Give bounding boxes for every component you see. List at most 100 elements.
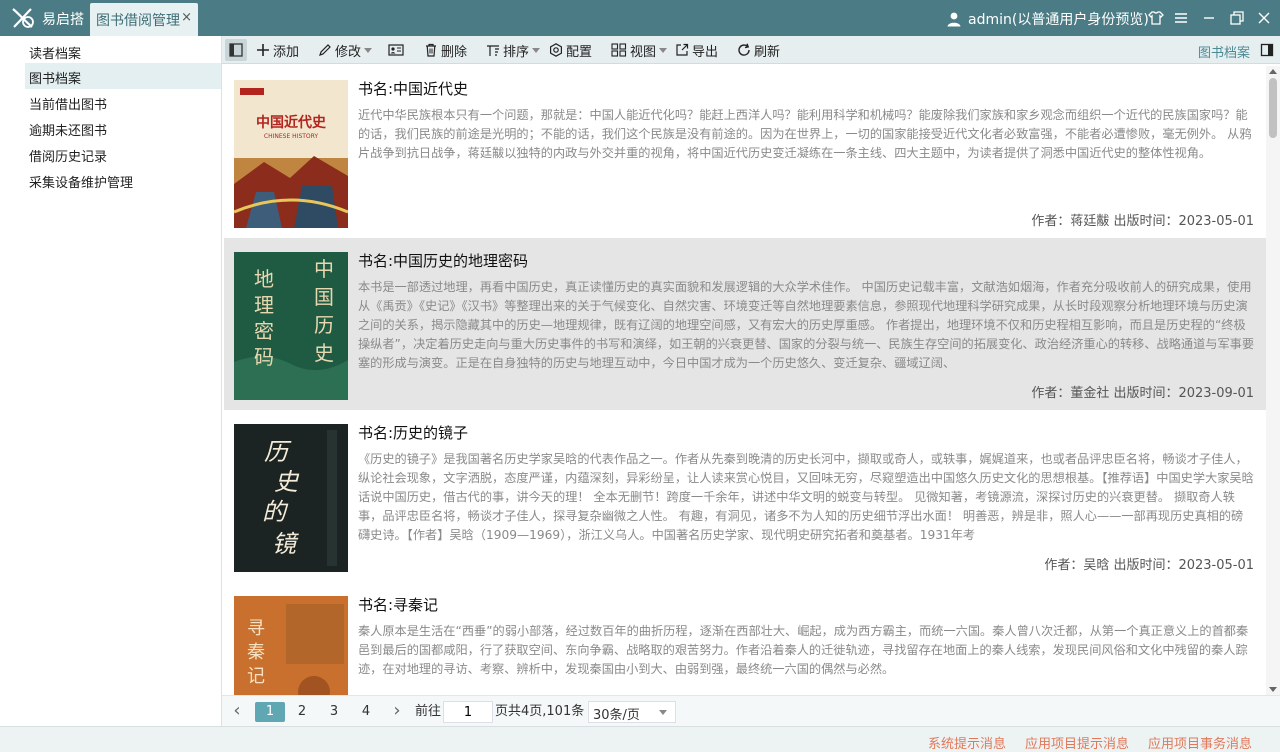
cover-char: 镜 xyxy=(272,530,299,558)
config-button[interactable]: 配置 xyxy=(549,40,592,60)
cover-char: 密 xyxy=(254,319,274,343)
book-records-link[interactable]: 图书档案 xyxy=(1198,42,1250,61)
next-page-button[interactable]: › xyxy=(390,702,404,722)
sidebar-item-reader-records[interactable]: 读者档案 xyxy=(25,38,221,64)
sort-button[interactable]: 排序 xyxy=(486,40,541,60)
export-label: 导出 xyxy=(692,44,719,60)
cover-char: 中 xyxy=(314,257,334,281)
tab-label: 图书借阅管理 xyxy=(96,13,180,29)
chevron-down-icon xyxy=(364,47,373,53)
scrollbar-thumb[interactable] xyxy=(1269,78,1277,138)
card-button[interactable] xyxy=(388,40,407,60)
trash-icon xyxy=(426,43,436,57)
add-button[interactable]: 添加 xyxy=(256,40,299,60)
goto-label: 前往 xyxy=(415,704,442,719)
sort-label: 排序 xyxy=(503,44,530,60)
cover-char: 国 xyxy=(314,285,334,309)
book-cover-image: 中国近代史 CHINESE HISTORY xyxy=(234,80,348,228)
refresh-icon xyxy=(738,43,750,56)
sidebar-item-borrow-history[interactable]: 借阅历史记录 xyxy=(25,141,221,167)
gear-icon xyxy=(550,43,562,57)
export-button[interactable]: 导出 xyxy=(675,40,718,60)
chevron-down-icon xyxy=(659,47,668,53)
cover-char: 史 xyxy=(314,341,334,365)
book-title: 书名:中国历史的地理密码 xyxy=(358,252,529,270)
scroll-up-icon[interactable] xyxy=(1269,69,1277,74)
chevron-down-icon xyxy=(532,47,541,53)
book-card[interactable]: 寻 秦 记 书名:寻秦记 秦人原本是生活在“西垂”的弱小部落，经过数百年的曲折历… xyxy=(224,582,1266,695)
minimize-icon[interactable] xyxy=(1200,9,1218,27)
page-summary: 页共4页,101条 xyxy=(495,704,585,719)
page-2-button[interactable]: 2 xyxy=(292,702,312,722)
export-icon xyxy=(676,43,689,56)
app-message-link[interactable]: 应用项目提示消息 xyxy=(1025,733,1129,752)
book-card[interactable]: 中国近代史 CHINESE HISTORY 书名:中国近代史 近代中华民族根本只… xyxy=(224,66,1266,238)
page-1-button[interactable]: 1 xyxy=(255,702,285,722)
prev-page-button[interactable]: ‹ xyxy=(230,702,244,722)
cover-char: 史 xyxy=(274,468,300,496)
sidebar-item-device-maintenance[interactable]: 采集设备维护管理 xyxy=(25,167,221,193)
cover-char: 地 xyxy=(254,267,274,291)
app-task-link[interactable]: 应用项目事务消息 xyxy=(1148,733,1252,752)
tab-book-borrow-management[interactable]: 图书借阅管理 × xyxy=(90,3,198,36)
book-list: 中国近代史 CHINESE HISTORY 书名:中国近代史 近代中华民族根本只… xyxy=(224,66,1266,695)
sidebar-toggle-icon xyxy=(229,43,243,57)
status-bar: 系统提示消息 应用项目提示消息 应用项目事务消息 xyxy=(0,726,1280,752)
logo-icon xyxy=(12,8,34,28)
book-title: 书名:中国近代史 xyxy=(358,80,469,98)
book-description: 秦人原本是生活在“西垂”的弱小部落，经过数百年的曲折历程，逐渐在西部壮大、崛起，… xyxy=(358,624,1249,676)
id-card-icon xyxy=(388,44,404,56)
user-label: admin(以普通用户身份预览) xyxy=(968,12,1149,28)
cover-char: 的 xyxy=(262,498,289,526)
goto-page-input[interactable] xyxy=(443,701,493,723)
pencil-icon xyxy=(319,44,331,56)
page-size-select[interactable]: 30条/页 xyxy=(588,701,676,723)
pagination: ‹ 1 2 3 4 › 前往 页共4页,101条 30条/页 xyxy=(222,695,1280,726)
sort-icon xyxy=(487,45,499,56)
close-icon[interactable]: × xyxy=(181,10,192,25)
add-label: 添加 xyxy=(273,44,300,60)
menu-icon[interactable] xyxy=(1172,9,1190,27)
cover-char: 历 xyxy=(264,438,292,466)
sidebar-item-current-borrowed[interactable]: 当前借出图书 xyxy=(25,89,221,115)
user-menu[interactable]: admin(以普通用户身份预览) xyxy=(946,9,1149,29)
cover-char: 历 xyxy=(314,313,334,337)
book-card[interactable]: 历 史 的 镜 书名:历史的镜子 《历史的镜子》是我国著名历史学家吴晗的代表作品… xyxy=(224,410,1266,582)
book-card[interactable]: 地 理 密 码 中 国 历 史 书名:中国历史的地理密码 本书是一部透过地理，再… xyxy=(224,238,1266,410)
vertical-scrollbar[interactable] xyxy=(1266,66,1280,695)
restore-icon[interactable] xyxy=(1228,9,1246,27)
book-meta: 作者：吴晗 出版时间：2023-05-01 xyxy=(1044,558,1254,573)
sidebar: 读者档案 图书档案 当前借出图书 逾期未还图书 借阅历史记录 采集设备维护管理 xyxy=(0,36,222,726)
refresh-button[interactable]: 刷新 xyxy=(737,40,780,60)
book-cover-image: 历 史 的 镜 xyxy=(234,424,348,572)
delete-button[interactable]: 删除 xyxy=(424,40,467,60)
delete-label: 删除 xyxy=(441,44,468,60)
cover-subtitle: CHINESE HISTORY xyxy=(264,133,319,140)
scroll-down-icon[interactable] xyxy=(1269,687,1277,692)
book-description: 《历史的镜子》是我国著名历史学家吴晗的代表作品之一。作者从先秦到晚清的历史长河中… xyxy=(358,452,1254,542)
sidebar-toggle-button[interactable] xyxy=(225,39,247,61)
view-label: 视图 xyxy=(630,44,657,60)
cover-char: 寻 xyxy=(247,618,265,639)
cover-char: 记 xyxy=(247,666,265,687)
edit-label: 修改 xyxy=(335,44,362,60)
view-button[interactable]: 视图 xyxy=(611,40,668,60)
cover-char: 理 xyxy=(254,293,274,317)
sidebar-item-overdue[interactable]: 逾期未还图书 xyxy=(25,115,221,141)
title-bar: 易启搭 图书借阅管理 × admin(以普通用户身份预览) xyxy=(0,0,1280,36)
panel-toggle-icon[interactable] xyxy=(1260,43,1274,57)
book-title: 书名:寻秦记 xyxy=(358,596,439,614)
sidebar-item-book-records[interactable]: 图书档案 xyxy=(25,63,221,89)
system-message-link[interactable]: 系统提示消息 xyxy=(928,733,1006,752)
grid-icon xyxy=(611,43,627,57)
book-description: 本书是一部透过地理，再看中国历史，真正读懂历史的真实面貌和发展逻辑的大众学术佳作… xyxy=(358,280,1254,370)
book-cover-image: 寻 秦 记 xyxy=(234,596,348,695)
page-3-button[interactable]: 3 xyxy=(324,702,344,722)
user-icon xyxy=(947,12,961,27)
close-window-icon[interactable] xyxy=(1255,9,1273,27)
cover-char: 码 xyxy=(254,345,274,369)
page-4-button[interactable]: 4 xyxy=(356,702,376,722)
chevron-down-icon xyxy=(659,710,667,715)
skin-icon[interactable] xyxy=(1147,9,1165,27)
edit-button[interactable]: 修改 xyxy=(318,40,373,60)
